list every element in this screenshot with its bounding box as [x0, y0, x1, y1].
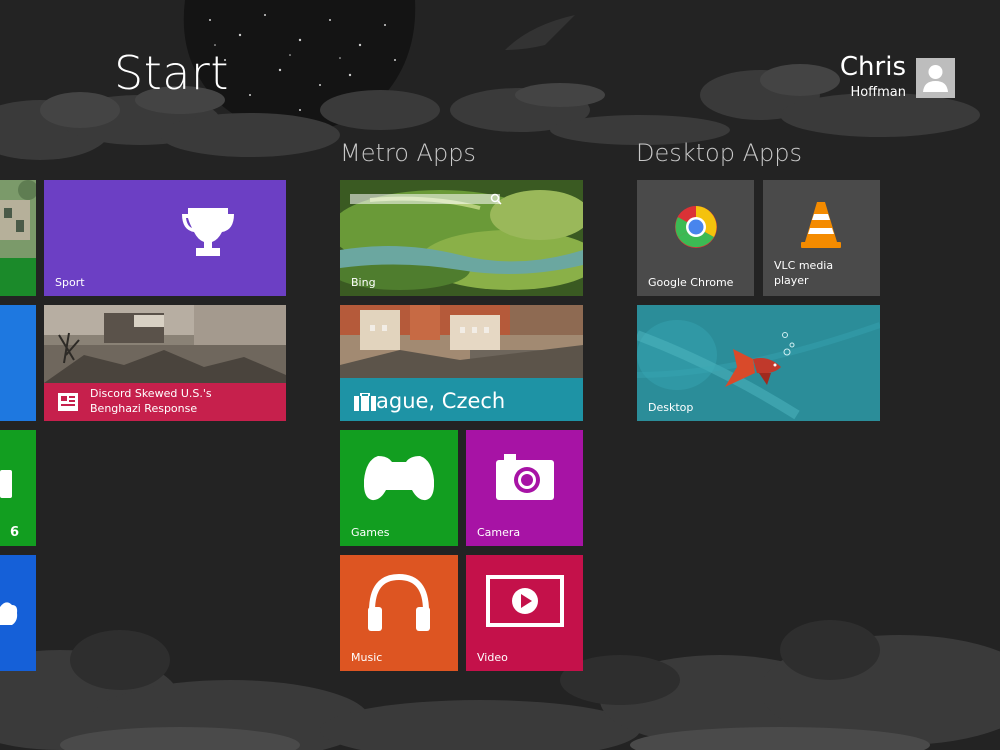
tile-travel[interactable]: ague, Czech — [340, 305, 583, 421]
fish-icon — [725, 349, 781, 387]
tile-video-label: Video — [477, 650, 508, 664]
vlc-cone-icon — [801, 202, 841, 248]
bing-search-box[interactable] — [350, 194, 500, 204]
chrome-icon — [675, 206, 717, 248]
news-icon — [58, 393, 78, 411]
camera-icon — [496, 454, 554, 500]
tile-partial-store[interactable]: 6 — [0, 430, 36, 546]
user-avatar[interactable] — [916, 58, 955, 98]
tile-news-headline: Discord Skewed U.S.'s Benghazi Response — [90, 387, 212, 415]
tile-music-label: Music — [351, 650, 383, 664]
travel-photo — [340, 305, 583, 378]
tile-camera[interactable]: Camera — [466, 430, 583, 546]
tile-travel-label: ague, Czech — [376, 389, 506, 413]
tile-video[interactable]: Video — [466, 555, 583, 671]
tile-sport-label: Sport — [55, 275, 85, 289]
user-icon — [923, 65, 948, 92]
news-photo — [44, 305, 286, 383]
headphones-icon — [368, 573, 430, 631]
search-icon[interactable] — [490, 193, 502, 205]
tile-partial-photos[interactable] — [0, 180, 36, 296]
tile-sport[interactable]: Sport — [44, 180, 286, 296]
start-title: Start — [114, 46, 229, 100]
user-last-name[interactable]: Hoffman — [850, 86, 906, 99]
tile-google-chrome[interactable]: Google Chrome — [637, 180, 754, 296]
tile-partial-skydrive[interactable] — [0, 555, 36, 671]
tile-partial-blue[interactable] — [0, 305, 36, 421]
tile-vlc-label-line2: player — [774, 273, 809, 287]
trophy-icon — [182, 208, 234, 256]
tile-news[interactable]: Discord Skewed U.S.'s Benghazi Response — [44, 305, 286, 421]
group-label-desktop-apps[interactable]: Desktop Apps — [636, 141, 802, 165]
tile-desktop-label: Desktop — [648, 400, 694, 414]
play-icon — [486, 575, 564, 627]
tile-vlc-label-line1: VLC media — [774, 259, 834, 273]
store-badge-count: 6 — [10, 525, 20, 540]
tile-games-label: Games — [351, 525, 390, 539]
tile-bing-label: Bing — [351, 275, 376, 289]
photo-thumbnail — [0, 180, 36, 258]
store-bag-icon — [0, 470, 12, 498]
tile-bing[interactable]: Bing — [340, 180, 583, 296]
group-label-metro-apps[interactable]: Metro Apps — [340, 141, 476, 165]
suitcase-icon — [354, 393, 376, 411]
xbox-controller-icon — [364, 456, 434, 501]
user-first-name[interactable]: Chris — [840, 54, 906, 80]
tile-desktop[interactable]: Desktop — [637, 305, 880, 421]
tile-music[interactable]: Music — [340, 555, 458, 671]
tile-vlc-label: VLC media player — [774, 259, 833, 288]
tile-camera-label: Camera — [477, 525, 521, 539]
tile-vlc-media-player[interactable]: VLC media player — [763, 180, 880, 296]
tile-google-chrome-label: Google Chrome — [648, 275, 734, 289]
cloud-icon — [0, 602, 18, 625]
tile-games[interactable]: Games — [340, 430, 458, 546]
